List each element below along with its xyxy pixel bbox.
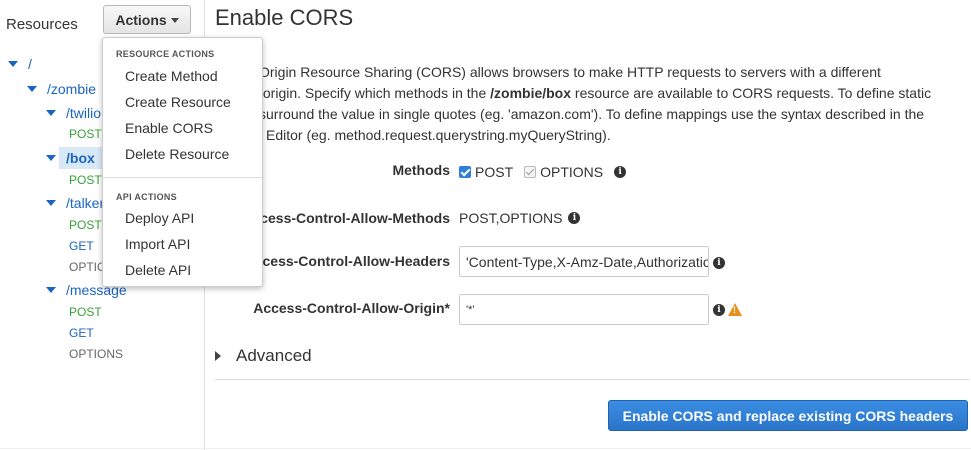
menu-item-delete-resource[interactable]: Delete Resource <box>125 146 229 162</box>
divider <box>0 448 971 449</box>
chevron-down-icon <box>170 17 179 23</box>
allow-methods-label: ccess-Control-Allow-Methods <box>250 210 450 226</box>
allow-origin-label: Access-Control-Allow-Origin* <box>253 300 450 316</box>
post-checkbox[interactable] <box>459 166 471 178</box>
allow-methods-label-text: ccess-Control-Allow-Methods <box>252 210 450 226</box>
options-checkbox <box>524 166 537 178</box>
method-get[interactable]: GET <box>69 326 94 340</box>
actions-label: Actions <box>115 11 167 28</box>
info-icon[interactable]: i <box>614 166 627 178</box>
tree-item-label: /twilio <box>66 105 102 121</box>
warning-icon[interactable]: ! <box>728 303 742 316</box>
tree-item-zombie[interactable]: /zombie <box>27 79 96 99</box>
tree-item-box[interactable]: /box <box>46 148 95 168</box>
desc-text: resource are available to CORS requests.… <box>571 85 932 101</box>
tree-item-root[interactable]: / <box>8 54 32 74</box>
method-post[interactable]: POST <box>69 173 102 187</box>
method-get[interactable]: GET <box>69 239 94 253</box>
method-post[interactable]: POST <box>69 305 102 319</box>
desc-line: l Editor (eg. method.request.querystring… <box>259 127 611 143</box>
menu-divider <box>103 177 262 178</box>
options-checkbox-label: OPTIONS <box>540 164 604 180</box>
desc-line: Origin Resource Sharing (CORS) allows br… <box>259 64 881 80</box>
expand-triangle-icon <box>46 155 56 161</box>
tree-item-label: /box <box>66 150 95 166</box>
desc-line: surround the value in single quotes (eg.… <box>259 106 925 122</box>
api-actions-header: API ACTIONS <box>116 192 177 202</box>
methods-label: Methods <box>392 162 450 178</box>
post-checkbox-label: POST <box>475 164 514 180</box>
resource-path: /zombie/box <box>490 85 572 101</box>
expand-triangle-icon <box>27 86 37 92</box>
tree-item-talker[interactable]: /talker <box>46 193 104 213</box>
cors-description: Origin Resource Sharing (CORS) allows br… <box>215 62 955 146</box>
menu-item-import-api[interactable]: Import API <box>125 236 190 252</box>
actions-dropdown-menu: RESOURCE ACTIONS Create Method Create Re… <box>102 37 263 287</box>
expand-triangle-icon <box>46 110 56 116</box>
desc-text: /origin. Specify which methods in the <box>259 85 491 101</box>
expand-triangle-icon <box>46 287 56 293</box>
expand-triangle-icon <box>8 61 18 67</box>
info-icon[interactable]: i <box>713 257 725 269</box>
advanced-toggle[interactable]: Advanced <box>215 346 312 366</box>
methods-group: POST OPTIONS i <box>459 164 627 180</box>
allow-origin-input[interactable]: '*' <box>459 294 709 325</box>
allow-headers-label-text: ccess-Control-Allow-Headers <box>254 253 450 269</box>
menu-item-create-resource[interactable]: Create Resource <box>125 94 231 110</box>
tree-item-label: / <box>28 56 32 72</box>
tree-item-label: /zombie <box>47 81 97 97</box>
expand-triangle-icon <box>46 200 56 206</box>
actions-button[interactable]: Actions <box>103 5 191 34</box>
method-post[interactable]: POST <box>69 218 102 232</box>
allow-headers-input[interactable]: 'Content-Type,X-Amz-Date,Authorization,X… <box>459 246 709 277</box>
resources-title: Resources <box>6 16 78 33</box>
resource-actions-header: RESOURCE ACTIONS <box>116 49 215 59</box>
expand-triangle-icon <box>215 351 221 361</box>
tree-item-twilio[interactable]: /twilio <box>46 103 101 123</box>
info-icon[interactable]: i <box>568 212 581 224</box>
divider <box>215 379 970 380</box>
method-options[interactable]: OPTIONS <box>69 347 123 361</box>
allow-headers-label: ccess-Control-Allow-Headers <box>250 253 450 269</box>
info-icon[interactable]: i <box>713 304 725 316</box>
menu-item-deploy-api[interactable]: Deploy API <box>125 210 194 226</box>
allow-methods-value-group: POST,OPTIONS i <box>459 210 581 226</box>
menu-item-delete-api[interactable]: Delete API <box>125 262 191 278</box>
advanced-label: Advanced <box>236 346 312 365</box>
desc-line: /origin. Specify which methods in the /z… <box>215 83 955 104</box>
page-title: Enable CORS <box>215 5 354 30</box>
tree-item-label: /talker <box>66 195 105 211</box>
menu-item-create-method[interactable]: Create Method <box>125 68 218 84</box>
method-post[interactable]: POST <box>69 127 102 141</box>
allow-methods-value: POST,OPTIONS <box>459 210 563 226</box>
menu-item-enable-cors[interactable]: Enable CORS <box>125 120 213 136</box>
enable-cors-button[interactable]: Enable CORS and replace existing CORS he… <box>608 400 968 431</box>
